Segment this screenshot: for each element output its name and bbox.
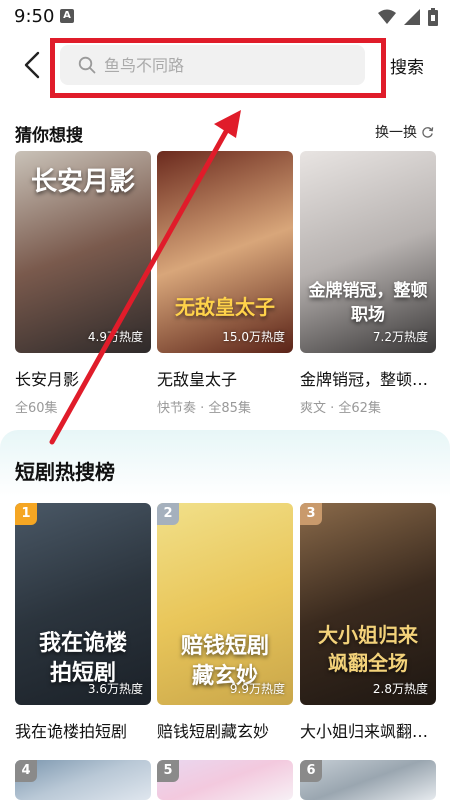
search-button[interactable]: 搜索 xyxy=(390,53,424,78)
rank-badge: 3 xyxy=(300,503,322,525)
hot-section-title: 短剧热搜榜 xyxy=(15,460,115,484)
highlight-frame xyxy=(50,38,386,98)
poster-image: 金牌销冠，整顿职场 7.2万热度 xyxy=(300,151,436,353)
drama-title: 赔钱短剧藏玄妙 xyxy=(157,722,270,741)
poster-image: 1 我在诡楼拍短剧 3.6万热度 xyxy=(15,503,151,705)
chevron-left-icon xyxy=(24,51,40,79)
status-icons xyxy=(378,8,438,26)
status-time: 9:50 xyxy=(14,6,55,27)
signal-icon xyxy=(404,9,420,25)
poster-image: 4 xyxy=(15,760,151,800)
rank-badge: 1 xyxy=(15,503,37,525)
status-bar: 9:50 A xyxy=(0,0,450,34)
hot-card-2[interactable]: 2 赔钱短剧藏玄妙 9.9万热度 赔钱短剧藏玄妙 xyxy=(157,503,293,742)
hot-card-5[interactable]: 5 xyxy=(157,760,293,800)
rank-badge: 4 xyxy=(15,760,37,782)
app-notification-icon: A xyxy=(60,9,74,23)
drama-meta: 全60集 xyxy=(15,401,58,416)
poster-image: 2 赔钱短剧藏玄妙 9.9万热度 xyxy=(157,503,293,705)
poster-title-text: 长安月影 xyxy=(30,167,135,197)
drama-meta: 快节奏 · 全85集 xyxy=(157,401,251,416)
poster-title-text: 无敌皇太子 xyxy=(175,295,275,319)
guess-card-3[interactable]: 金牌销冠，整顿职场 7.2万热度 金牌销冠，整顿职场 爽文 · 全62集 xyxy=(300,151,436,416)
drama-title: 我在诡楼拍短剧 xyxy=(15,722,128,741)
poster-image: 3 大小姐归来飒翻全场 2.8万热度 xyxy=(300,503,436,705)
refresh-button[interactable]: 换一换 xyxy=(375,122,434,142)
rank-badge: 6 xyxy=(300,760,322,782)
drama-title: 无敌皇太子 xyxy=(157,370,238,389)
heat-count: 3.6万热度 xyxy=(87,682,143,696)
poster-image: 6 xyxy=(300,760,436,800)
poster-title-text: 金牌销冠，整顿职场 xyxy=(308,281,428,325)
rank-badge: 5 xyxy=(157,760,179,782)
hot-card-1[interactable]: 1 我在诡楼拍短剧 3.6万热度 我在诡楼拍短剧 xyxy=(15,503,151,742)
drama-title: 大小姐归来飒翻全场 xyxy=(300,722,436,741)
hot-card-3[interactable]: 3 大小姐归来飒翻全场 2.8万热度 大小姐归来飒翻全场 xyxy=(300,503,436,742)
drama-title: 金牌销冠，整顿职场 xyxy=(300,370,436,389)
heat-count: 15.0万热度 xyxy=(222,330,285,344)
hot-card-6[interactable]: 6 xyxy=(300,760,436,800)
guess-card-2[interactable]: 无敌皇太子 15.0万热度 无敌皇太子 快节奏 · 全85集 xyxy=(157,151,293,416)
hot-card-4[interactable]: 4 xyxy=(15,760,151,800)
poster-image: 长安月影 4.9万热度 xyxy=(15,151,151,353)
heat-count: 2.8万热度 xyxy=(372,682,428,696)
heat-count: 4.9万热度 xyxy=(87,330,143,344)
drama-title: 长安月影 xyxy=(15,370,80,389)
rank-badge: 2 xyxy=(157,503,179,525)
battery-icon xyxy=(428,8,438,26)
guess-card-1[interactable]: 长安月影 4.9万热度 长安月影 全60集 xyxy=(15,151,151,416)
back-button[interactable] xyxy=(20,50,44,80)
heat-count: 9.9万热度 xyxy=(229,682,285,696)
poster-image: 无敌皇太子 15.0万热度 xyxy=(157,151,293,353)
wifi-icon xyxy=(378,9,396,24)
poster-title-text: 我在诡楼拍短剧 xyxy=(38,630,127,686)
refresh-label: 换一换 xyxy=(375,125,417,141)
refresh-icon xyxy=(422,126,434,138)
drama-meta: 爽文 · 全62集 xyxy=(300,401,381,416)
guess-section-title: 猜你想搜 xyxy=(15,126,83,146)
poster-title-text: 大小姐归来飒翻全场 xyxy=(318,623,418,675)
poster-image: 5 xyxy=(157,760,293,800)
heat-count: 7.2万热度 xyxy=(372,330,428,344)
